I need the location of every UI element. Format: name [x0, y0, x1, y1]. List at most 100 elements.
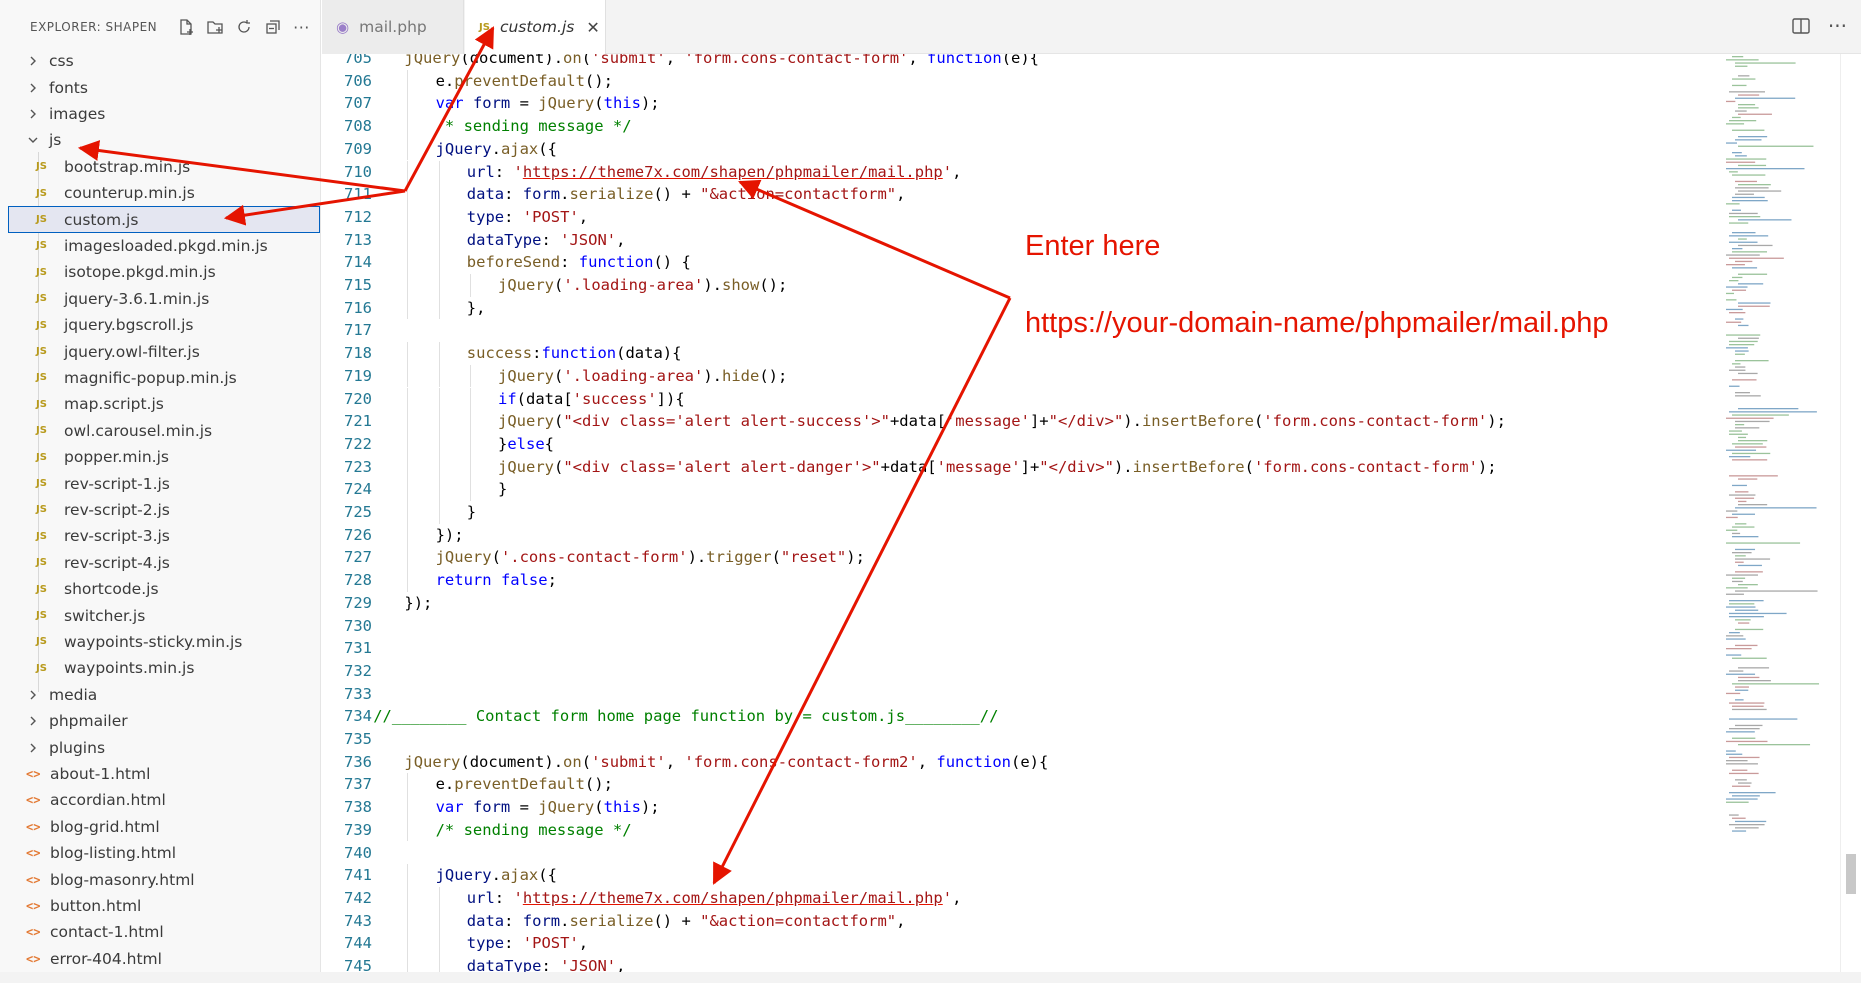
tree-file-button-html[interactable]: <> button.html: [0, 893, 320, 919]
tree-file-popper-min-js[interactable]: JS popper.min.js: [0, 444, 320, 470]
tree-file-jquery-3-6-1-min-js[interactable]: JS jquery-3.6.1.min.js: [0, 286, 320, 312]
code-line[interactable]: 728 return false;: [322, 569, 1720, 592]
code-line[interactable]: 719 jQuery('.loading-area').hide();: [322, 364, 1720, 388]
code-line[interactable]: 712 type: 'POST',: [322, 205, 1720, 229]
tree-file-jquery-owl-filter-js[interactable]: JS jquery.owl-filter.js: [0, 338, 320, 364]
minimap[interactable]: [1720, 54, 1840, 983]
tree-file-about-1-html[interactable]: <> about-1.html: [0, 761, 320, 787]
tree-file-map-script-js[interactable]: JS map.script.js: [0, 391, 320, 417]
code-line[interactable]: 733: [322, 683, 1720, 706]
minimap-stroke: [1732, 657, 1767, 659]
code-line[interactable]: 724}: [322, 478, 1720, 501]
code-line[interactable]: 708 /* sending message */: [322, 115, 1720, 138]
vertical-scrollbar[interactable]: [1840, 54, 1861, 983]
code-line[interactable]: 742 url: 'https://theme7x.com/shapen/phpm…: [322, 886, 1720, 910]
tree-file-blog-masonry-html[interactable]: <> blog-masonry.html: [0, 866, 320, 892]
code-line[interactable]: 730: [322, 615, 1720, 638]
tree-file-rev-script-4-js[interactable]: JS rev-script-4.js: [0, 550, 320, 576]
code-line[interactable]: 735: [322, 728, 1720, 751]
tree-file-imagesloaded-pkgd-min-js[interactable]: JS imagesloaded.pkgd.min.js: [0, 233, 320, 259]
code-token: form: [522, 911, 561, 930]
tree-file-waypoints-min-js[interactable]: JS waypoints.min.js: [0, 655, 320, 681]
code-line[interactable]: 737 e.preventDefault();: [322, 773, 1720, 797]
tree-folder-fonts[interactable]: fonts: [0, 74, 320, 100]
code-token: () +: [653, 185, 701, 204]
tree-file-error-404-html[interactable]: <> error-404.html: [0, 946, 320, 972]
tree-file-counterup-min-js[interactable]: JS counterup.min.js: [0, 180, 320, 206]
close-icon[interactable]: ✕: [586, 18, 599, 37]
code-line[interactable]: 743 data: form.serialize() + "&action=con…: [322, 909, 1720, 933]
split-editor-icon[interactable]: [1791, 16, 1813, 38]
code-line[interactable]: 723 jQuery("<div class='alert alert-dange…: [322, 455, 1720, 479]
tree-file-contact-1-html[interactable]: <> contact-1.html: [0, 919, 320, 945]
tree-file-shortcode-js[interactable]: JS shortcode.js: [0, 576, 320, 602]
collapse-all-icon[interactable]: [262, 16, 283, 38]
tree-file-rev-script-3-js[interactable]: JS rev-script-3.js: [0, 523, 320, 549]
minimap-stroke: [1732, 84, 1747, 87]
editor-more-icon[interactable]: ···: [1828, 14, 1847, 38]
tree-folder-plugins[interactable]: plugins: [0, 734, 320, 760]
tree-file-switcher-js[interactable]: JS switcher.js: [0, 602, 320, 628]
code-line[interactable]: 709 jQuery.ajax({: [322, 137, 1720, 161]
tab-custom-js[interactable]: JS custom.js ✕: [465, 0, 606, 54]
code-token: var: [435, 798, 464, 817]
tree-file-jquery-bgscroll-js[interactable]: JS jquery.bgscroll.js: [0, 312, 320, 338]
code-line[interactable]: 718 success:function(data){: [322, 342, 1720, 365]
tree-file-custom-js[interactable]: JS custom.js: [8, 206, 320, 233]
code-line[interactable]: 744 type: 'POST',: [322, 932, 1720, 955]
code-line[interactable]: 707 var form = jQuery(this);: [322, 92, 1720, 116]
code-line[interactable]: 740: [322, 842, 1720, 865]
code-line[interactable]: 725}: [322, 501, 1720, 524]
tree-file-isotope-pkgd-min-js[interactable]: JS isotope.pkgd.min.js: [0, 259, 320, 285]
indent-guide: [407, 115, 409, 138]
minimap-stroke: [1729, 718, 1798, 720]
code-line[interactable]: 731: [322, 637, 1720, 660]
code-line[interactable]: 726});: [322, 523, 1720, 547]
tree-file-owl-carousel-min-js[interactable]: JS owl.carousel.min.js: [0, 418, 320, 444]
new-folder-icon[interactable]: [204, 16, 225, 38]
minimap-stroke: [1729, 824, 1765, 826]
code-line[interactable]: 736 jQuery(document).on('submit', 'form.c…: [322, 751, 1720, 774]
tree-folder-images[interactable]: images: [0, 101, 320, 127]
code-line[interactable]: 710 url: 'https://theme7x.com/shapen/phpm…: [322, 160, 1720, 184]
code-line[interactable]: 715 jQuery('.loading-area').show();: [322, 274, 1720, 297]
refresh-icon[interactable]: [233, 16, 254, 38]
minimap-stroke: [1732, 232, 1756, 234]
code-line[interactable]: 741 jQuery.ajax({: [322, 864, 1720, 887]
code-line[interactable]: 714 beforeSend: function() {: [322, 251, 1720, 274]
tree-file-accordian-html[interactable]: <> accordian.html: [0, 787, 320, 813]
code-line[interactable]: 711 data: form.serialize() + "&action=con…: [322, 183, 1720, 206]
scrollbar-thumb[interactable]: [1846, 854, 1856, 894]
code-line[interactable]: 705 jQuery(document).on('submit', 'form.c…: [322, 54, 1720, 70]
tree-folder-js[interactable]: js: [0, 127, 320, 153]
code-line[interactable]: 739 /* sending message */: [322, 818, 1720, 842]
tree-file-magnific-popup-min-js[interactable]: JS magnific-popup.min.js: [0, 365, 320, 391]
tree-file-waypoints-sticky-min-js[interactable]: JS waypoints-sticky.min.js: [0, 629, 320, 655]
tree-file-rev-script-2-js[interactable]: JS rev-script-2.js: [0, 497, 320, 523]
new-file-icon[interactable]: [175, 16, 196, 38]
code-line[interactable]: 722}else{: [322, 432, 1720, 456]
tree-folder-phpmailer[interactable]: phpmailer: [0, 708, 320, 734]
code-line[interactable]: 727 jQuery('.cons-contact-form').trigger(…: [322, 546, 1720, 570]
code-line[interactable]: 738 var form = jQuery(this);: [322, 796, 1720, 819]
code-line[interactable]: 734//________ Contact form home page fun…: [322, 705, 1720, 728]
code-line[interactable]: 720 if(data['success']){: [322, 387, 1720, 411]
tree-file-blog-grid-html[interactable]: <> blog-grid.html: [0, 814, 320, 840]
code-editor[interactable]: 705 jQuery(document).on('submit', 'form.c…: [322, 54, 1720, 983]
minimap-stroke: [1735, 619, 1751, 621]
code-token: jQuery: [498, 457, 554, 476]
tree-file-rev-script-1-js[interactable]: JS rev-script-1.js: [0, 470, 320, 496]
tree-folder-media[interactable]: media: [0, 682, 320, 708]
tree-file-bootstrap-min-js[interactable]: JS bootstrap.min.js: [0, 154, 320, 180]
code-line[interactable]: 706 e.preventDefault();: [322, 69, 1720, 93]
code-line[interactable]: 721 jQuery("<div class='alert alert-succe…: [322, 410, 1720, 433]
tree-file-blog-listing-html[interactable]: <> blog-listing.html: [0, 840, 320, 866]
line-number: 729: [344, 593, 372, 612]
tree-folder-css[interactable]: css: [0, 48, 320, 74]
more-icon[interactable]: ···: [291, 16, 312, 38]
code-line[interactable]: 732: [322, 660, 1720, 683]
code-line[interactable]: 713 dataType: 'JSON',: [322, 228, 1720, 252]
tab-mail-php[interactable]: ◉ mail.php: [322, 0, 464, 54]
code-line[interactable]: 729});: [322, 592, 1720, 615]
code-token: jQuery: [498, 412, 554, 431]
